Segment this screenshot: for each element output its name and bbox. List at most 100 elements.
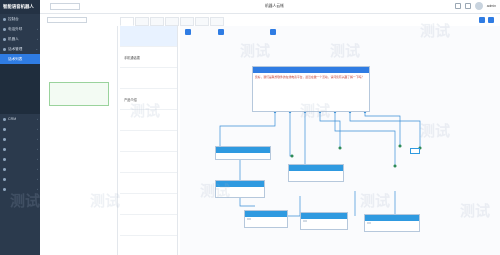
node-footer xyxy=(365,221,419,225)
page-title: 机器人云帐 xyxy=(265,4,284,8)
sidebar-item-label: 话术列表 xyxy=(8,56,23,61)
chevron-right-icon: › xyxy=(37,187,38,191)
sidebar-item-10[interactable]: CRM › xyxy=(0,114,40,124)
billing-icon xyxy=(3,167,6,171)
bell-icon[interactable] xyxy=(464,3,471,9)
sidebar-item-11[interactable]: › xyxy=(0,124,40,134)
sidebar-item-9[interactable] xyxy=(0,104,40,114)
chevron-right-icon: › xyxy=(37,137,38,141)
folder-icon xyxy=(3,127,6,131)
node-chip[interactable] xyxy=(367,222,371,224)
list-item[interactable] xyxy=(120,215,177,236)
sidebar-item-6[interactable] xyxy=(0,74,40,84)
tab-3[interactable] xyxy=(165,17,179,26)
chevron-right-icon: › xyxy=(37,167,38,171)
tab-2[interactable] xyxy=(150,17,164,26)
avatar[interactable] xyxy=(474,2,483,10)
fullscreen-icon[interactable] xyxy=(454,3,461,9)
search-input[interactable] xyxy=(47,17,87,23)
top-header: 机器人云帐 admin xyxy=(40,0,500,14)
chevron-right-icon: › xyxy=(37,157,38,161)
log-icon xyxy=(3,187,6,191)
node-chip[interactable] xyxy=(303,220,307,222)
list-item[interactable] xyxy=(120,152,177,173)
toolbar-button-1[interactable] xyxy=(479,17,485,23)
flow-node-main[interactable]: 您好，我们是联想软件的在线电商平台，最近在做一个活动，请问您有兴趣了解一下吗？ xyxy=(252,66,370,112)
sidebar-item-15[interactable]: › xyxy=(0,164,40,174)
app-brand: 智能语音机器人 xyxy=(0,0,40,14)
sidebar-item-5[interactable] xyxy=(0,64,40,74)
settings-icon xyxy=(3,177,6,181)
tab-bar xyxy=(120,17,224,26)
sidebar-item-13[interactable]: › xyxy=(0,144,40,154)
sidebar-item-label: 话术管理 xyxy=(8,46,23,51)
dashboard-icon xyxy=(3,17,6,21)
users-icon xyxy=(3,147,6,151)
sidebar-item-1[interactable]: 电话外呼 › xyxy=(0,24,40,34)
sidebar-item-16[interactable]: › xyxy=(0,174,40,184)
flow-node[interactable] xyxy=(288,164,344,182)
flow-node[interactable] xyxy=(215,180,265,198)
node-chip[interactable] xyxy=(247,218,251,220)
node-body xyxy=(289,171,343,175)
end-node[interactable] xyxy=(410,148,420,154)
sidebar-item-label: 电话外呼 xyxy=(8,26,23,31)
robot-icon xyxy=(3,37,6,41)
flow-node[interactable] xyxy=(244,210,288,228)
sidebar-item-label: CRM xyxy=(8,117,17,121)
list-item[interactable] xyxy=(120,173,177,194)
list-item[interactable]: 产品介绍 xyxy=(120,89,177,110)
sidebar-item-label: 控制台 xyxy=(8,16,19,21)
sidebar-item-3[interactable]: 话术管理 ⌄ xyxy=(0,44,40,54)
node-list: 手机通话拨 产品介绍 xyxy=(120,26,178,255)
phone-icon xyxy=(3,27,6,31)
sidebar-item-label: 机器人 xyxy=(8,36,19,41)
tab-6[interactable] xyxy=(210,17,224,26)
sidebar-item-0[interactable]: 控制台 xyxy=(0,14,40,24)
list-item[interactable] xyxy=(120,194,177,215)
flow-node[interactable] xyxy=(215,146,271,160)
script-icon xyxy=(3,47,6,51)
toolbar xyxy=(40,14,500,26)
list-item[interactable] xyxy=(120,110,177,131)
script-card[interactable] xyxy=(49,82,109,106)
flow-node[interactable] xyxy=(300,212,348,230)
chat-icon xyxy=(3,137,6,141)
node-footer xyxy=(301,219,347,223)
sidebar-item-17[interactable]: › xyxy=(0,184,40,194)
sidebar-item-4[interactable]: 话术列表 xyxy=(0,54,40,64)
tab-1[interactable] xyxy=(135,17,149,26)
user-name[interactable]: admin xyxy=(487,4,496,8)
sidebar-item-8[interactable] xyxy=(0,94,40,104)
chart-icon xyxy=(3,157,6,161)
node-footer xyxy=(245,217,287,221)
sidebar: 智能语音机器人 控制台 电话外呼 › 机器人 › 话术管理 ⌄ 话术列表 CRM › ›… xyxy=(0,0,40,255)
list-item[interactable]: 手机通话拨 xyxy=(120,47,177,68)
sidebar-item-7[interactable] xyxy=(0,84,40,94)
toolbar-actions xyxy=(479,17,494,23)
header-actions: admin xyxy=(454,2,496,10)
toolbar-button-2[interactable] xyxy=(488,17,494,23)
chevron-down-icon: ⌄ xyxy=(35,47,38,51)
node-body xyxy=(216,153,270,157)
chevron-right-icon: › xyxy=(37,117,38,121)
node-body: 您好，我们是联想软件的在线电商平台，最近在做一个活动，请问您有兴趣了解一下吗？ xyxy=(255,75,365,79)
tab-5[interactable] xyxy=(195,17,209,26)
chevron-right-icon: › xyxy=(37,27,38,31)
list-item[interactable] xyxy=(120,26,177,47)
sidebar-item-12[interactable]: › xyxy=(0,134,40,144)
chevron-right-icon: › xyxy=(37,127,38,131)
chevron-right-icon: › xyxy=(37,37,38,41)
script-card-panel xyxy=(42,26,118,255)
sidebar-item-14[interactable]: › xyxy=(0,154,40,164)
chevron-right-icon: › xyxy=(37,177,38,181)
tab-4[interactable] xyxy=(180,17,194,26)
node-body xyxy=(216,187,264,191)
sidebar-item-2[interactable]: 机器人 › xyxy=(0,34,40,44)
list-item[interactable] xyxy=(120,68,177,89)
mode-select[interactable] xyxy=(50,3,80,10)
list-item[interactable] xyxy=(120,236,177,255)
flow-node[interactable] xyxy=(364,214,420,232)
list-item[interactable] xyxy=(120,131,177,152)
tab-0[interactable] xyxy=(120,17,134,26)
